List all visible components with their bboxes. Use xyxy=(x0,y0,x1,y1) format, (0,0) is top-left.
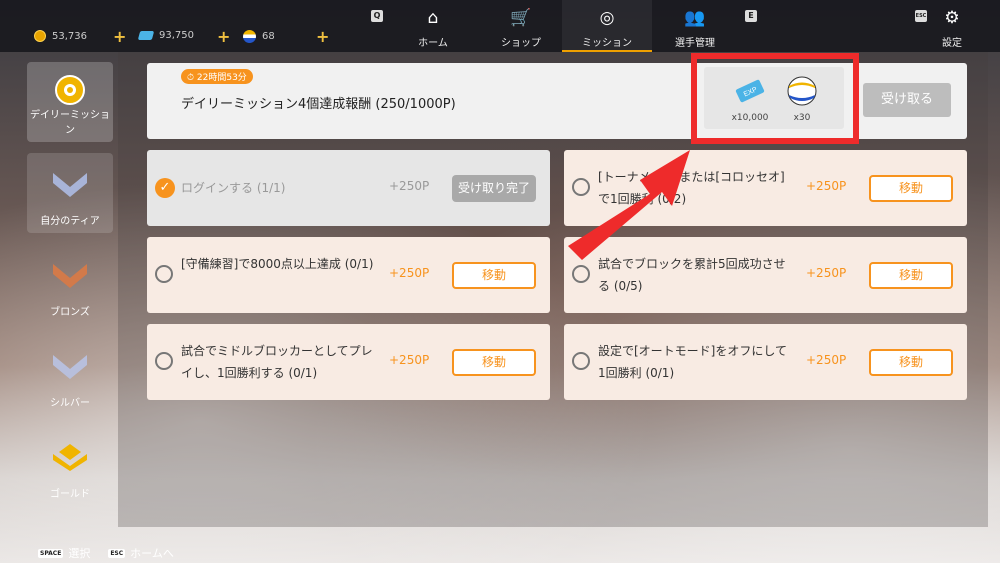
go-button[interactable]: 移動 xyxy=(452,262,536,289)
radio-icon xyxy=(155,352,173,370)
home-hint[interactable]: ホームへ xyxy=(130,545,174,561)
top-bar: 53,736 + 93,750 + 68 + Q ⌂ ホーム 🛒 ショップ ◎ ミッシ… xyxy=(0,0,1000,52)
mission-card: ✓ ログインする (1/1) +250P 受け取り完了 xyxy=(147,150,550,226)
settings-button[interactable]: ⚙ 設定 xyxy=(907,0,997,52)
exp-ticket-icon xyxy=(137,31,155,40)
esc-key-icon: ESC xyxy=(108,548,126,558)
tab-shop[interactable]: 🛒 ショップ xyxy=(476,0,566,52)
mission-card: [守備練習]で8000点以上達成 (0/1) +250P 移動 xyxy=(147,237,550,313)
add-ball-button[interactable]: + xyxy=(316,27,329,46)
sidebar-item-my-tier[interactable]: 自分のティア xyxy=(27,153,113,233)
tier-chevron-icon xyxy=(53,173,87,197)
tab-home[interactable]: ⌂ ホーム xyxy=(388,0,478,52)
gold-currency: 53,736 xyxy=(34,30,87,42)
volleyball-icon xyxy=(243,30,256,43)
sidebar-item-daily-mission[interactable]: デイリーミッション xyxy=(27,62,113,142)
pointer-arrow-icon xyxy=(568,150,690,260)
go-button[interactable]: 移動 xyxy=(869,262,953,289)
sidebar: デイリーミッション 自分のティア ブロンズ シルバー ゴールド xyxy=(5,52,129,563)
radio-icon xyxy=(572,265,590,283)
gear-icon: ⚙ xyxy=(944,8,960,28)
claim-reward-button[interactable]: 受け取る xyxy=(863,83,951,117)
go-button[interactable]: 移動 xyxy=(869,349,953,376)
select-hint: 選択 xyxy=(68,547,91,560)
claimed-button: 受け取り完了 xyxy=(452,175,536,202)
gold-coin-icon xyxy=(34,30,46,42)
gold-diamond-icon xyxy=(53,444,87,471)
banner-title: デイリーミッション4個達成報酬 (250/1000P) xyxy=(181,97,456,112)
tab-players[interactable]: 👥 選手管理 xyxy=(650,0,740,52)
bronze-chevron-icon xyxy=(53,264,87,288)
checkmark-icon: ✓ xyxy=(155,178,175,198)
radio-icon xyxy=(572,352,590,370)
reward-highlight-box xyxy=(691,53,859,144)
sidebar-item-bronze[interactable]: ブロンズ xyxy=(27,244,113,324)
ball-currency: 68 xyxy=(243,30,275,43)
footer-hints: SPACE 選択 ESC ホームへ xyxy=(38,545,174,561)
go-button[interactable]: 移動 xyxy=(869,175,953,202)
radio-icon xyxy=(155,265,173,283)
cart-icon: 🛒 xyxy=(510,8,532,28)
sidebar-item-gold[interactable]: ゴールド xyxy=(27,426,113,506)
sidebar-item-silver[interactable]: シルバー xyxy=(27,335,113,415)
space-key-icon: SPACE xyxy=(38,548,64,558)
home-icon: ⌂ xyxy=(427,8,439,28)
tab-mission[interactable]: ◎ ミッション xyxy=(562,0,652,52)
ticket-currency: 93,750 xyxy=(137,30,194,41)
q-key-icon: Q xyxy=(371,10,383,22)
players-icon: 👥 xyxy=(684,8,706,28)
gold-amount: 53,736 xyxy=(52,30,87,42)
daily-mission-icon xyxy=(55,75,85,105)
mission-card: 試合でミドルブロッカーとしてプレイし、1回勝利する (0/1) +250P 移動 xyxy=(147,324,550,400)
mission-card: 設定で[オートモード]をオフにして1回勝利 (0/1) +250P 移動 xyxy=(564,324,967,400)
add-gold-button[interactable]: + xyxy=(113,27,126,46)
add-ticket-button[interactable]: + xyxy=(217,27,230,46)
ball-amount: 68 xyxy=(262,31,275,42)
e-key-icon: E xyxy=(745,10,757,22)
go-button[interactable]: 移動 xyxy=(452,349,536,376)
timer-badge: ⏱ 22時間53分 xyxy=(181,69,253,84)
ticket-amount: 93,750 xyxy=(159,30,194,41)
mission-icon: ◎ xyxy=(599,8,615,28)
silver-chevron-icon xyxy=(53,355,87,379)
